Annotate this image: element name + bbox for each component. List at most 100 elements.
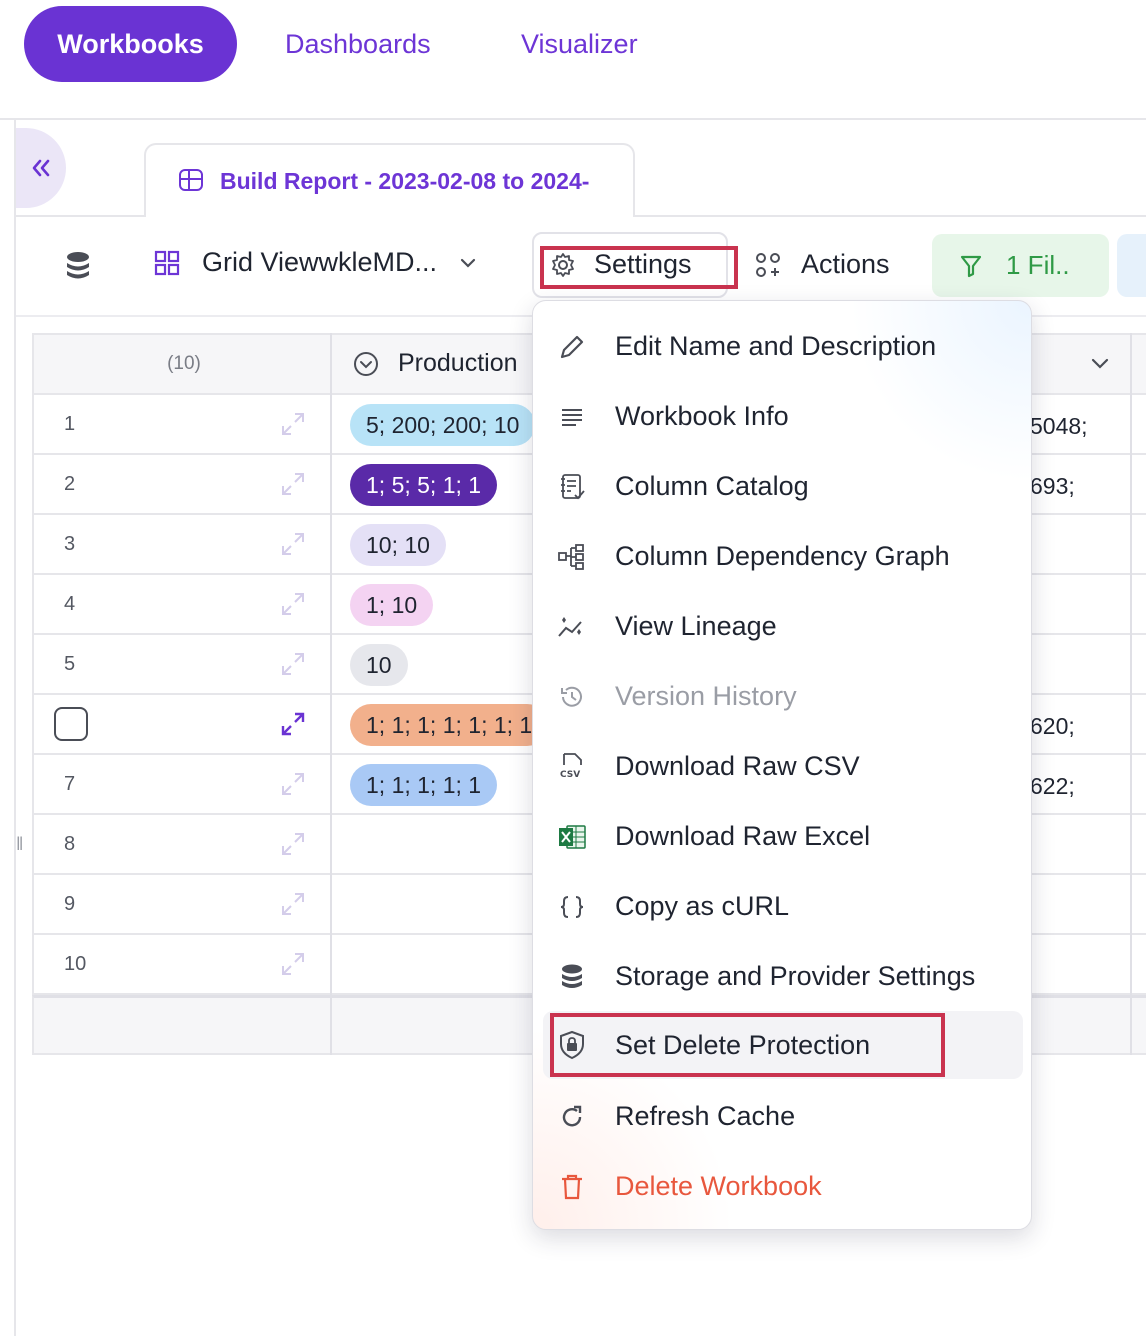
menu-item-label: Refresh Cache [615, 1100, 796, 1131]
column-menu-chevron-icon[interactable] [1090, 357, 1110, 371]
value-pill: 5; 200; 200; 10 [350, 404, 536, 446]
menu-item-column-catalog[interactable]: Column Catalog [533, 456, 1031, 516]
menu-item-label: View Lineage [615, 610, 777, 641]
cell-value: 620; [1030, 713, 1075, 739]
row-number: 4 [64, 593, 76, 615]
cell-value: 693; [1030, 473, 1075, 499]
menu-item-workbook-info[interactable]: Workbook Info [533, 386, 1031, 446]
actions-icon [756, 252, 780, 277]
production-column-label: Production [398, 349, 518, 377]
menu-item-download-excel[interactable]: Download Raw Excel [533, 806, 1031, 866]
column-divider [330, 333, 332, 1055]
database-icon [67, 252, 89, 279]
value-pill: 1; 1; 1; 1; 1 [350, 764, 498, 806]
menu-item-label: Download Raw CSV [615, 750, 860, 781]
database-icon [562, 964, 582, 988]
menu-item-label: Download Raw Excel [615, 820, 871, 851]
row-number: 5 [64, 653, 76, 675]
menu-item-label: Edit Name and Description [615, 330, 937, 361]
catalog-icon [561, 474, 585, 500]
svg-text:CSV: CSV [560, 770, 580, 780]
expand-row-icon[interactable] [280, 711, 306, 737]
expand-row-icon[interactable] [280, 891, 306, 917]
nav-tab-workbooks[interactable]: Workbooks [24, 6, 237, 82]
row-number: 10 [64, 953, 87, 975]
dependency-graph-icon [558, 544, 584, 570]
menu-item-download-csv[interactable]: CSV Download Raw CSV [533, 736, 1031, 796]
expand-row-icon[interactable] [280, 651, 306, 677]
menu-item-edit-name[interactable]: Edit Name and Description [533, 316, 1031, 376]
row-number: 7 [64, 773, 76, 795]
table-icon [179, 169, 203, 191]
menu-item-label: Delete Workbook [615, 1170, 822, 1201]
chevron-down-icon [460, 258, 476, 268]
expand-row-icon[interactable] [280, 411, 306, 437]
value-pill: 10 [350, 644, 408, 686]
expand-row-icon[interactable] [280, 471, 306, 497]
view-name: Grid ViewwkleMD... [202, 247, 438, 277]
menu-item-view-lineage[interactable]: View Lineage [533, 596, 1031, 656]
braces-icon [560, 896, 584, 918]
view-selector[interactable]: Grid ViewwkleMD... [154, 247, 477, 278]
value-pill: 1; 10 [350, 584, 434, 626]
value-pill: 10; 10 [350, 524, 446, 566]
expand-row-icon[interactable] [280, 951, 306, 977]
history-icon [561, 686, 582, 707]
trash-icon [562, 1174, 582, 1200]
row-number: 9 [64, 893, 76, 915]
menu-item-copy-curl[interactable]: Copy as cURL [533, 876, 1031, 936]
nav-tab-dashboards[interactable]: Dashboards [285, 6, 431, 82]
value-pill: 1; 1; 1; 1; 1; 1; 1 [350, 704, 549, 746]
filter-chip[interactable]: 1 Fil.. [932, 234, 1109, 297]
menu-item-label: Storage and Provider Settings [615, 960, 976, 991]
expand-row-icon[interactable] [280, 831, 306, 857]
actions-label: Actions [801, 249, 890, 279]
row-number: 8 [64, 833, 76, 855]
refresh-icon [562, 1105, 582, 1127]
cell-value: 5048; [1030, 413, 1088, 439]
double-chevron-left-icon [32, 159, 50, 177]
menu-item-label: Version History [615, 680, 797, 711]
expand-row-icon[interactable] [280, 531, 306, 557]
delete-protection-highlight [550, 1013, 945, 1077]
lineage-icon [558, 617, 582, 637]
menu-item-version-history: Version History [533, 666, 1031, 726]
row-count-label: (10) [167, 353, 201, 374]
csv-file-icon: CSV [560, 753, 582, 780]
report-tab[interactable]: Build Report - 2023-02-08 to 2024- [144, 143, 635, 217]
menu-item-label: Column Catalog [615, 470, 809, 501]
toolbar-extra-chip[interactable] [1117, 234, 1146, 297]
excel-icon [559, 825, 586, 849]
expand-row-icon[interactable] [280, 591, 306, 617]
lines-icon [562, 409, 582, 426]
data-source-button[interactable] [64, 250, 92, 282]
row-number: 3 [64, 533, 76, 555]
cell-value: 622; [1030, 773, 1075, 799]
settings-menu: Edit Name and Description Workbook Info … [532, 300, 1032, 1230]
row-number: 1 [64, 413, 76, 435]
actions-button[interactable]: Actions [755, 249, 890, 280]
production-column-header[interactable]: Production [352, 349, 518, 378]
grid-view-icon [154, 250, 180, 275]
row-checkbox[interactable] [54, 707, 88, 741]
row-number: 2 [64, 473, 76, 495]
menu-item-label: Workbook Info [615, 400, 789, 431]
pencil-icon [560, 335, 584, 359]
report-tab-label: Build Report - 2023-02-08 to 2024- [220, 167, 590, 194]
expand-row-icon[interactable] [280, 771, 306, 797]
filter-icon [960, 255, 982, 277]
top-navigation: Workbooks Dashboards Visualizer [0, 0, 1146, 120]
menu-item-dependency-graph[interactable]: Column Dependency Graph [533, 526, 1031, 586]
menu-item-label: Column Dependency Graph [615, 540, 950, 571]
menu-item-label: Copy as cURL [615, 890, 790, 921]
menu-item-delete-workbook[interactable]: Delete Workbook [533, 1156, 1031, 1216]
menu-item-storage-settings[interactable]: Storage and Provider Settings [533, 946, 1031, 1006]
column-divider [1130, 333, 1132, 1055]
panel-resize-handle[interactable]: ‖ [16, 834, 23, 855]
settings-highlight [540, 246, 738, 289]
nav-tab-visualizer[interactable]: Visualizer [521, 6, 638, 82]
menu-item-refresh-cache[interactable]: Refresh Cache [533, 1086, 1031, 1146]
value-pill: 1; 5; 5; 1; 1 [350, 464, 498, 506]
column-type-icon [354, 351, 378, 376]
filter-label: 1 Fil.. [1006, 250, 1070, 280]
